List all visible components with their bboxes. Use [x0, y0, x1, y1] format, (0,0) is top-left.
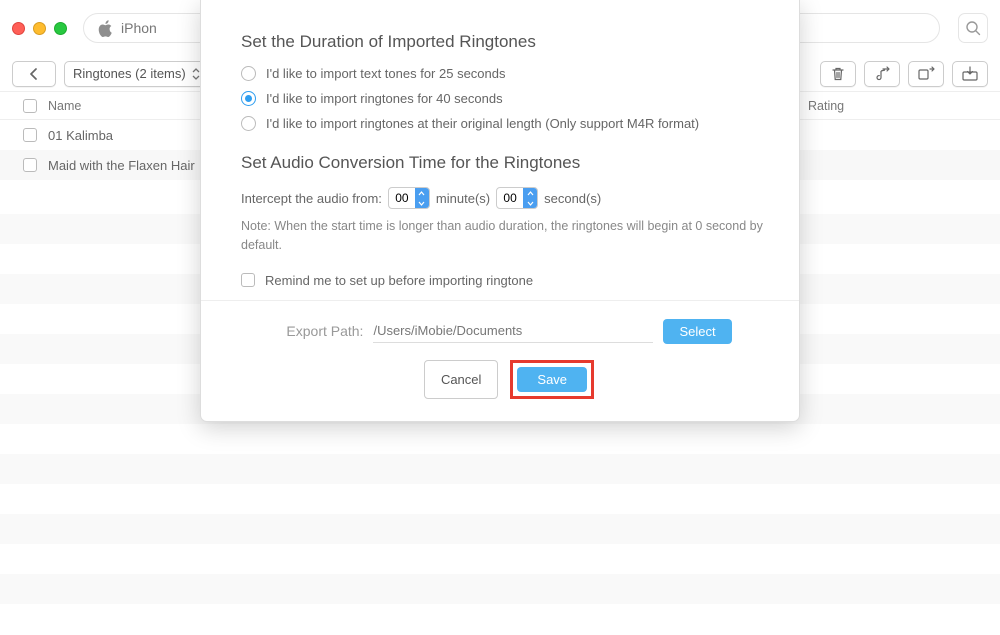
duration-option-25s[interactable]: I'd like to import text tones for 25 sec…: [241, 66, 777, 81]
music-transfer-icon: [873, 66, 891, 82]
delete-button[interactable]: [820, 61, 856, 87]
close-window-button[interactable]: [12, 22, 25, 35]
to-device-button[interactable]: [908, 61, 944, 87]
intercept-note: Note: When the start time is longer than…: [241, 217, 777, 255]
chevron-down-icon: [418, 201, 425, 206]
cancel-button[interactable]: Cancel: [424, 360, 498, 399]
search-button[interactable]: [958, 13, 988, 43]
dropdown-label: Ringtones (2 items): [73, 66, 186, 81]
remind-label: Remind me to set up before importing rin…: [265, 273, 533, 288]
second-unit: second(s): [544, 191, 601, 206]
export-path-input[interactable]: [373, 319, 653, 343]
stepper-arrows[interactable]: [523, 188, 537, 208]
minute-stepper[interactable]: [388, 187, 430, 209]
intercept-row: Intercept the audio from: minute(s) seco…: [241, 187, 777, 209]
zoom-window-button[interactable]: [54, 22, 67, 35]
chevron-down-icon: [527, 201, 534, 206]
trash-icon: [830, 66, 846, 82]
row-checkbox[interactable]: [23, 128, 37, 142]
address-text: iPhon: [121, 20, 157, 36]
import-icon: [961, 66, 979, 82]
minute-unit: minute(s): [436, 191, 490, 206]
chevron-up-icon: [527, 191, 534, 196]
radio-icon: [241, 66, 256, 81]
chevron-left-icon: [29, 68, 39, 80]
apple-icon: [98, 20, 113, 37]
column-rating[interactable]: Rating: [808, 99, 988, 113]
back-button[interactable]: [12, 61, 56, 87]
chevron-up-icon: [418, 191, 425, 196]
import-button[interactable]: [952, 61, 988, 87]
search-icon: [965, 20, 981, 36]
device-transfer-icon: [917, 66, 935, 82]
dialog-actions: Cancel Save: [241, 360, 777, 399]
export-path-label: Export Path:: [286, 323, 363, 339]
select-all-checkbox[interactable]: [23, 99, 37, 113]
duration-heading: Set the Duration of Imported Ringtones: [241, 32, 777, 52]
save-button[interactable]: Save: [517, 367, 587, 392]
window-controls: [12, 22, 67, 35]
remind-checkbox[interactable]: [241, 273, 255, 287]
duration-option-original[interactable]: I'd like to import ringtones at their or…: [241, 116, 777, 131]
radio-icon: [241, 91, 256, 106]
radio-icon: [241, 116, 256, 131]
row-checkbox[interactable]: [23, 158, 37, 172]
stepper-arrows[interactable]: [415, 188, 429, 208]
second-input[interactable]: [497, 191, 523, 205]
category-dropdown[interactable]: Ringtones (2 items): [64, 61, 209, 87]
select-path-button[interactable]: Select: [663, 319, 731, 344]
updown-icon: [192, 68, 200, 80]
remind-checkbox-row[interactable]: Remind me to set up before importing rin…: [241, 273, 777, 288]
minute-input[interactable]: [389, 191, 415, 205]
to-itunes-button[interactable]: [864, 61, 900, 87]
ringtone-settings-dialog: Set the Duration of Imported Ringtones I…: [200, 0, 800, 422]
conversion-heading: Set Audio Conversion Time for the Ringto…: [241, 153, 777, 173]
minimize-window-button[interactable]: [33, 22, 46, 35]
export-path-row: Export Path: Select: [241, 319, 777, 344]
divider: [201, 300, 799, 301]
save-highlight: Save: [510, 360, 594, 399]
duration-option-40s[interactable]: I'd like to import ringtones for 40 seco…: [241, 91, 777, 106]
intercept-label: Intercept the audio from:: [241, 191, 382, 206]
second-stepper[interactable]: [496, 187, 538, 209]
